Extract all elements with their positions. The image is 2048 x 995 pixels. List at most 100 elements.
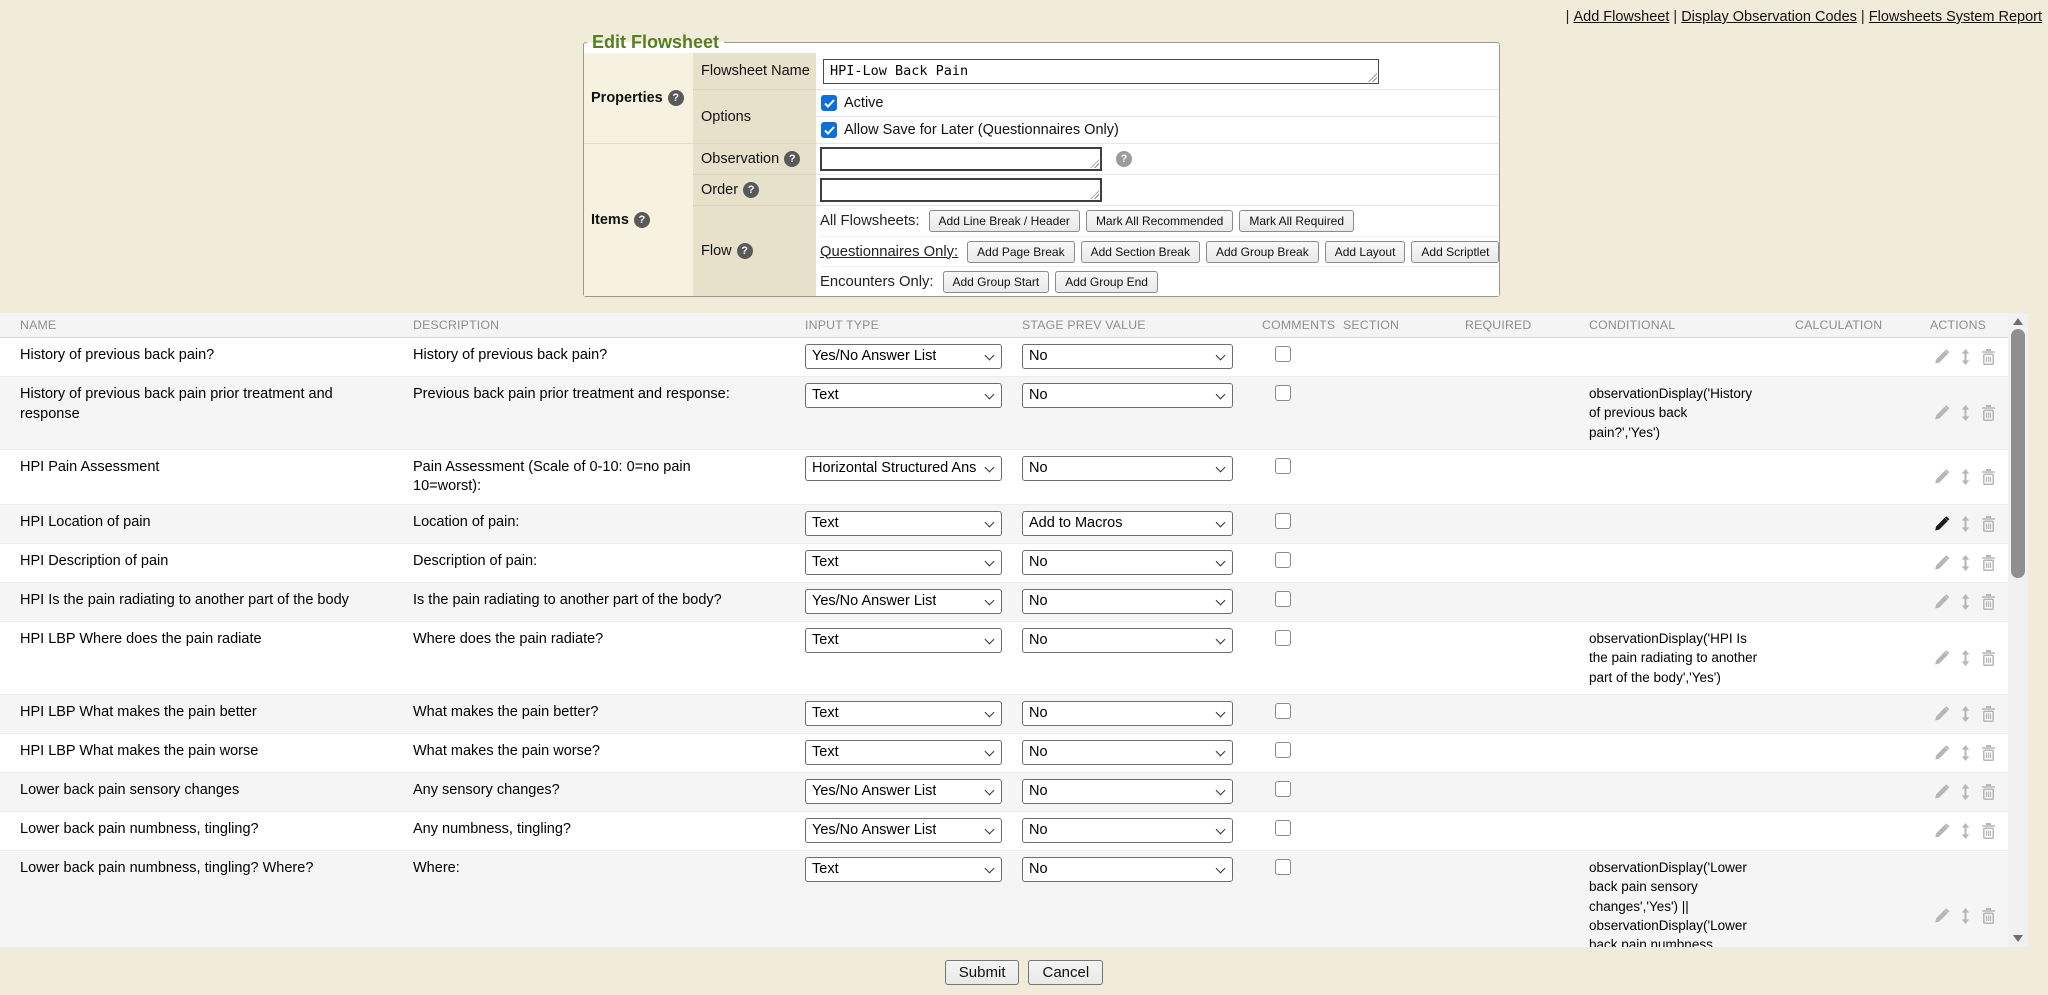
comments-checkbox[interactable] bbox=[1275, 820, 1291, 836]
delete-trash-icon[interactable] bbox=[1981, 555, 1996, 571]
move-updown-icon[interactable] bbox=[1961, 405, 1970, 421]
stage-prev-value-select[interactable]: No bbox=[1022, 779, 1233, 804]
delete-trash-icon[interactable] bbox=[1981, 650, 1996, 666]
delete-trash-icon[interactable] bbox=[1981, 745, 1996, 761]
stage-prev-value-select[interactable]: No bbox=[1022, 701, 1233, 726]
comments-checkbox[interactable] bbox=[1275, 513, 1291, 529]
comments-checkbox[interactable] bbox=[1275, 859, 1291, 875]
move-updown-icon[interactable] bbox=[1961, 908, 1970, 924]
edit-pencil-icon[interactable] bbox=[1934, 784, 1950, 800]
delete-trash-icon[interactable] bbox=[1981, 516, 1996, 532]
move-updown-icon[interactable] bbox=[1961, 349, 1970, 365]
add-group-end-button[interactable]: Add Group End bbox=[1055, 271, 1158, 293]
move-updown-icon[interactable] bbox=[1961, 745, 1970, 761]
top-link-add-flowsheet[interactable]: Add Flowsheet bbox=[1573, 9, 1669, 25]
help-icon[interactable]: ? bbox=[737, 243, 753, 259]
stage-prev-value-select[interactable]: No bbox=[1022, 344, 1233, 369]
edit-pencil-icon[interactable] bbox=[1934, 745, 1950, 761]
input-type-select[interactable]: Yes/No Answer List bbox=[805, 818, 1002, 843]
input-type-select[interactable]: Horizontal Structured Ans bbox=[805, 456, 1002, 481]
move-updown-icon[interactable] bbox=[1961, 650, 1970, 666]
top-link-display-observation-codes[interactable]: Display Observation Codes bbox=[1681, 9, 1857, 25]
stage-prev-value-select[interactable]: No bbox=[1022, 818, 1233, 843]
help-icon[interactable]: ? bbox=[784, 151, 800, 167]
mark-all-required-button[interactable]: Mark All Required bbox=[1239, 210, 1354, 232]
edit-pencil-icon[interactable] bbox=[1934, 823, 1950, 839]
edit-pencil-icon[interactable] bbox=[1934, 555, 1950, 571]
move-updown-icon[interactable] bbox=[1961, 516, 1970, 532]
edit-pencil-icon[interactable] bbox=[1934, 908, 1950, 924]
add-group-start-button[interactable]: Add Group Start bbox=[943, 271, 1050, 293]
comments-checkbox[interactable] bbox=[1275, 591, 1291, 607]
move-updown-icon[interactable] bbox=[1961, 823, 1970, 839]
flowsheet-name-input[interactable]: HPI-Low Back Pain bbox=[823, 59, 1379, 84]
input-type-select[interactable]: Text bbox=[805, 511, 1002, 536]
move-updown-icon[interactable] bbox=[1961, 784, 1970, 800]
allow-save-for-later-questionnaires-only-checkbox[interactable] bbox=[821, 122, 837, 138]
edit-pencil-icon[interactable] bbox=[1934, 516, 1950, 532]
move-updown-icon[interactable] bbox=[1961, 469, 1970, 485]
edit-pencil-icon[interactable] bbox=[1934, 650, 1950, 666]
input-type-select[interactable]: Text bbox=[805, 740, 1002, 765]
stage-prev-value-select[interactable]: No bbox=[1022, 383, 1233, 408]
cancel-button[interactable]: Cancel bbox=[1028, 960, 1103, 985]
delete-trash-icon[interactable] bbox=[1981, 823, 1996, 839]
delete-trash-icon[interactable] bbox=[1981, 784, 1996, 800]
stage-prev-value-select[interactable]: No bbox=[1022, 857, 1233, 882]
comments-checkbox[interactable] bbox=[1275, 385, 1291, 401]
delete-trash-icon[interactable] bbox=[1981, 908, 1996, 924]
comments-checkbox[interactable] bbox=[1275, 630, 1291, 646]
comments-checkbox[interactable] bbox=[1275, 742, 1291, 758]
input-type-select[interactable]: Text bbox=[805, 383, 1002, 408]
active-checkbox[interactable] bbox=[821, 95, 837, 111]
add-page-break-button[interactable]: Add Page Break bbox=[967, 241, 1074, 263]
edit-pencil-icon[interactable] bbox=[1934, 469, 1950, 485]
delete-trash-icon[interactable] bbox=[1981, 405, 1996, 421]
delete-trash-icon[interactable] bbox=[1981, 349, 1996, 365]
edit-pencil-icon[interactable] bbox=[1934, 594, 1950, 610]
stage-prev-value-select[interactable]: No bbox=[1022, 740, 1233, 765]
delete-trash-icon[interactable] bbox=[1981, 594, 1996, 610]
add-scriptlet-button[interactable]: Add Scriptlet bbox=[1411, 241, 1499, 263]
add-line-break-header-button[interactable]: Add Line Break / Header bbox=[929, 210, 1080, 232]
comments-checkbox[interactable] bbox=[1275, 552, 1291, 568]
comments-checkbox[interactable] bbox=[1275, 703, 1291, 719]
input-type-select[interactable]: Yes/No Answer List bbox=[805, 779, 1002, 804]
edit-pencil-icon[interactable] bbox=[1934, 405, 1950, 421]
input-type-select[interactable]: Text bbox=[805, 628, 1002, 653]
edit-pencil-icon[interactable] bbox=[1934, 706, 1950, 722]
scroll-up-button[interactable] bbox=[2008, 313, 2028, 330]
add-section-break-button[interactable]: Add Section Break bbox=[1081, 241, 1200, 263]
stage-prev-value-select[interactable]: No bbox=[1022, 628, 1233, 653]
submit-button[interactable]: Submit bbox=[945, 960, 1020, 985]
delete-trash-icon[interactable] bbox=[1981, 469, 1996, 485]
stage-prev-value-select[interactable]: No bbox=[1022, 589, 1233, 614]
top-link-flowsheets-system-report[interactable]: Flowsheets System Report bbox=[1869, 9, 2042, 25]
move-updown-icon[interactable] bbox=[1961, 706, 1970, 722]
help-icon[interactable]: ? bbox=[1116, 151, 1132, 167]
move-updown-icon[interactable] bbox=[1961, 555, 1970, 571]
input-type-select[interactable]: Text bbox=[805, 857, 1002, 882]
move-updown-icon[interactable] bbox=[1961, 594, 1970, 610]
delete-trash-icon[interactable] bbox=[1981, 706, 1996, 722]
mark-all-recommended-button[interactable]: Mark All Recommended bbox=[1086, 210, 1233, 232]
comments-checkbox[interactable] bbox=[1275, 346, 1291, 362]
order-input[interactable] bbox=[820, 178, 1102, 202]
scrollbar-thumb[interactable] bbox=[2011, 329, 2025, 578]
input-type-select[interactable]: Text bbox=[805, 550, 1002, 575]
help-icon[interactable]: ? bbox=[668, 90, 684, 106]
stage-prev-value-select[interactable]: No bbox=[1022, 550, 1233, 575]
scroll-down-button[interactable] bbox=[2008, 930, 2028, 947]
stage-prev-value-select[interactable]: No bbox=[1022, 456, 1233, 481]
help-icon[interactable]: ? bbox=[634, 212, 650, 228]
add-group-break-button[interactable]: Add Group Break bbox=[1206, 241, 1319, 263]
input-type-select[interactable]: Yes/No Answer List bbox=[805, 344, 1002, 369]
input-type-select[interactable]: Text bbox=[805, 701, 1002, 726]
vertical-scrollbar[interactable] bbox=[2008, 313, 2028, 947]
edit-pencil-icon[interactable] bbox=[1934, 349, 1950, 365]
input-type-select[interactable]: Yes/No Answer List bbox=[805, 589, 1002, 614]
stage-prev-value-select[interactable]: Add to Macros bbox=[1022, 511, 1233, 536]
add-layout-button[interactable]: Add Layout bbox=[1325, 241, 1406, 263]
comments-checkbox[interactable] bbox=[1275, 781, 1291, 797]
comments-checkbox[interactable] bbox=[1275, 458, 1291, 474]
